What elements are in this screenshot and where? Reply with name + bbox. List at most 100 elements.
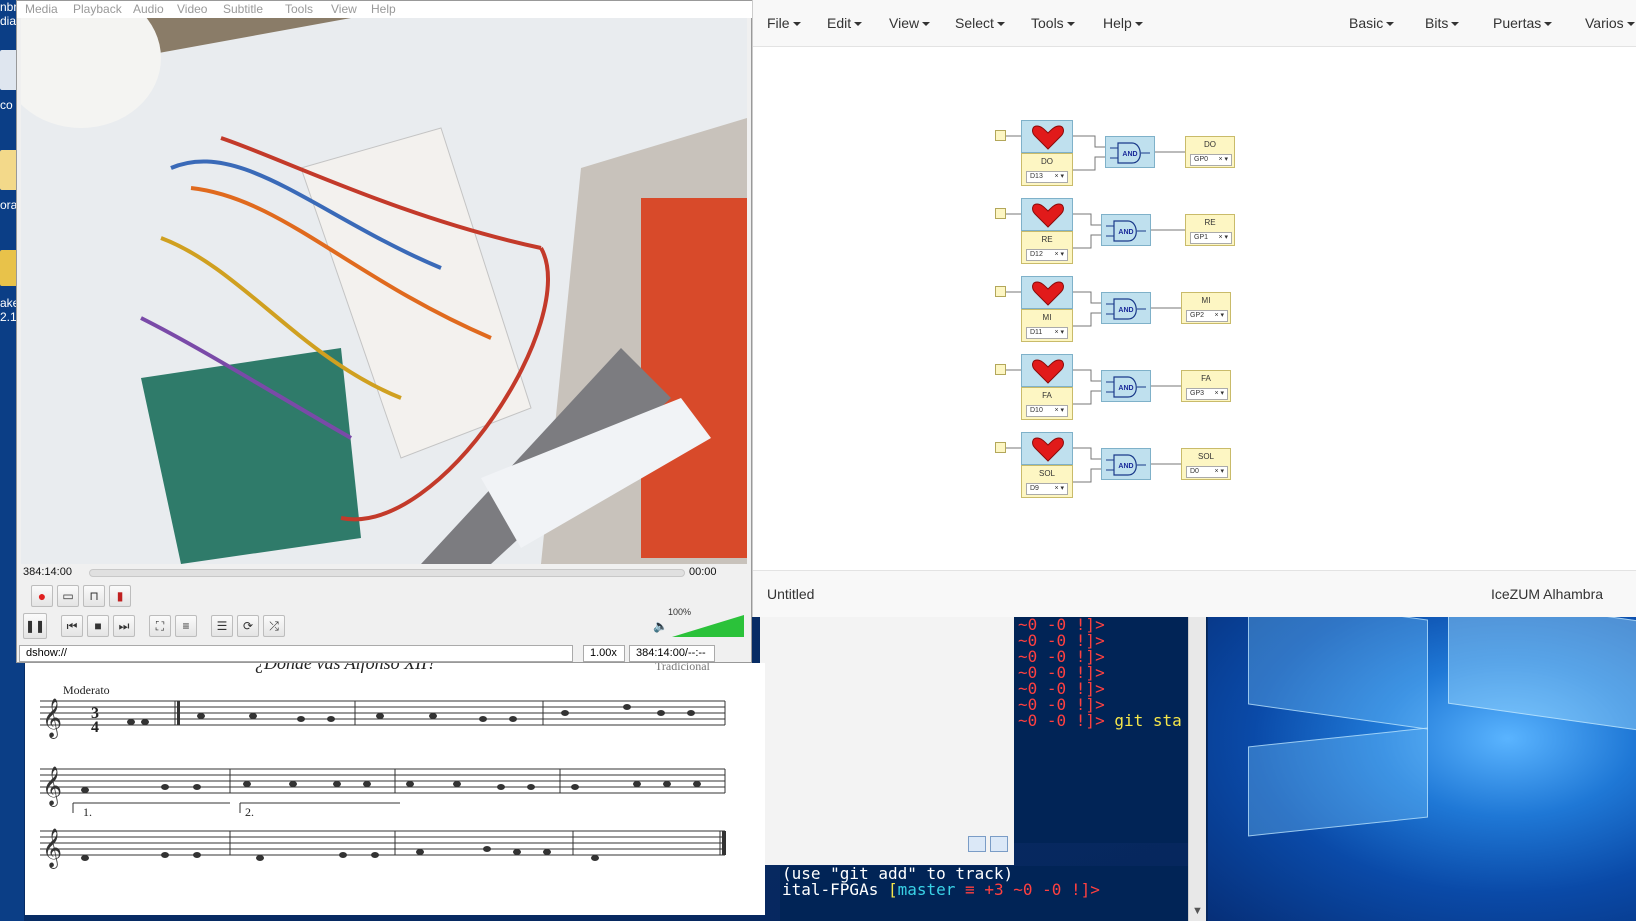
output-pin-block[interactable]: SOL D0 × ▾ <box>1181 448 1231 480</box>
pin-select[interactable]: D13 × ▾ <box>1026 171 1068 183</box>
webcam-image <box>21 18 747 564</box>
input-port[interactable] <box>995 364 1006 375</box>
and-gate[interactable]: AND <box>1105 136 1155 168</box>
shuffle-button[interactable]: ⤮ <box>263 615 285 637</box>
playlist-button[interactable]: ☰ <box>211 615 233 637</box>
next-icon: ⏭ <box>118 618 130 633</box>
preview-icon[interactable] <box>990 836 1008 852</box>
note-block[interactable] <box>1021 120 1073 153</box>
frame-step-button[interactable]: ▮ <box>109 585 131 607</box>
output-pin-block[interactable]: RE GP1 × ▾ <box>1185 214 1235 246</box>
menu-view[interactable]: View <box>889 15 931 31</box>
menu-help[interactable]: Help <box>1103 15 1143 31</box>
output-pin-block[interactable]: FA GP3 × ▾ <box>1181 370 1231 402</box>
stop-button[interactable]: ■ <box>87 615 109 637</box>
loop-button[interactable]: ⟳ <box>237 615 259 637</box>
and-gate-icon: AND <box>1106 298 1146 320</box>
input-port[interactable] <box>995 130 1006 141</box>
note-block[interactable] <box>1021 432 1073 465</box>
heart-icon <box>1032 281 1064 306</box>
output-pin-block[interactable]: DO GP0 × ▾ <box>1185 136 1235 168</box>
powershell-terminal-bottom[interactable]: (use "git add" to track) ital-FPGAs [mas… <box>780 866 1206 921</box>
svg-text:𝄞: 𝄞 <box>42 828 62 869</box>
menu-edit[interactable]: Edit <box>827 15 863 31</box>
video-frame[interactable] <box>21 18 747 564</box>
input-pin-block[interactable]: FA D10 × ▾ <box>1021 387 1073 420</box>
input-pin-block[interactable]: SOL D9 × ▾ <box>1021 465 1073 498</box>
pin-select[interactable]: GP3 × ▾ <box>1186 388 1228 400</box>
menu-subtitle[interactable]: Subtitle <box>223 2 263 16</box>
board-name[interactable]: IceZUM Alhambra <box>1491 586 1603 602</box>
volume-slider[interactable] <box>672 615 744 637</box>
input-port[interactable] <box>995 208 1006 219</box>
input-pin-block[interactable]: MI D11 × ▾ <box>1021 309 1073 342</box>
and-gate[interactable]: AND <box>1101 370 1151 402</box>
menu-select[interactable]: Select <box>955 15 1005 31</box>
fullscreen-button[interactable]: ⛶ <box>149 615 171 637</box>
wire <box>1073 156 1109 171</box>
and-label: AND <box>1118 463 1133 470</box>
and-gate[interactable]: AND <box>1101 292 1151 324</box>
wallpaper-pane <box>1448 617 1636 731</box>
pin-label: SOL <box>1038 469 1055 478</box>
pin-select[interactable]: GP2 × ▾ <box>1186 310 1228 322</box>
circuit-canvas[interactable]: DO D13 × ▾ AND DO GP0 × ▾ RE D12 × ▾ AND RE GP1 × ▾ MI… <box>753 48 1636 570</box>
output-pin-block[interactable]: MI GP2 × ▾ <box>1181 292 1231 324</box>
menu-file[interactable]: File <box>767 15 801 31</box>
playback-speed[interactable]: 1.00x <box>583 645 625 662</box>
snapshot-button[interactable]: ▭ <box>57 585 79 607</box>
and-gate-icon: AND <box>1106 220 1146 242</box>
pin-select[interactable]: D0 × ▾ <box>1186 466 1228 478</box>
menu-audio[interactable]: Audio <box>133 2 164 16</box>
icestudio-menubar: File Edit View Select Tools Help Basic B… <box>753 0 1636 47</box>
menu-tools[interactable]: Tools <box>1031 15 1075 31</box>
pin-select[interactable]: D12 × ▾ <box>1026 249 1068 261</box>
windows-wallpaper <box>1208 617 1636 921</box>
menu-bits[interactable]: Bits <box>1425 15 1460 31</box>
menu-varios[interactable]: Varios <box>1585 15 1635 31</box>
pin-select[interactable]: GP0 × ▾ <box>1190 154 1232 166</box>
loop-ab-button[interactable]: ⊓ <box>83 585 105 607</box>
loop-ab-icon: ⊓ <box>89 589 99 603</box>
menu-view[interactable]: View <box>331 2 357 16</box>
powershell-terminal[interactable]: ~0 -0 !]> ~0 -0 !]> ~0 -0 !]> ~0 -0 !]> … <box>1014 617 1207 843</box>
terminal-scrollbar[interactable]: ▼ <box>1188 617 1206 921</box>
input-port[interactable] <box>995 286 1006 297</box>
previous-button[interactable]: ⏮ <box>61 615 83 637</box>
note-block[interactable] <box>1021 198 1073 231</box>
menu-basic[interactable]: Basic <box>1349 15 1395 31</box>
note-block[interactable] <box>1021 276 1073 309</box>
pause-button[interactable]: ❚❚ <box>23 613 47 639</box>
menu-help[interactable]: Help <box>371 2 396 16</box>
menu-puertas[interactable]: Puertas <box>1493 15 1553 31</box>
menu-playback[interactable]: Playback <box>73 2 122 16</box>
pin-select[interactable]: D11 × ▾ <box>1026 327 1068 339</box>
vlc-window: Media Playback Audio Video Subtitle Tool… <box>16 0 753 663</box>
extended-settings-button[interactable]: ≡ <box>175 615 197 637</box>
record-button[interactable]: ● <box>31 585 53 607</box>
and-gate[interactable]: AND <box>1101 214 1151 246</box>
pin-select[interactable]: D10 × ▾ <box>1026 405 1068 417</box>
next-button[interactable]: ⏭ <box>113 615 135 637</box>
scroll-down-icon[interactable]: ▼ <box>1192 905 1203 917</box>
previous-icon: ⏮ <box>66 618 78 633</box>
menu-video[interactable]: Video <box>177 2 207 16</box>
fullscreen-icon: ⛶ <box>155 618 165 633</box>
input-pin-block[interactable]: DO D13 × ▾ <box>1021 153 1073 186</box>
input-port[interactable] <box>995 442 1006 453</box>
menu-media[interactable]: Media <box>25 2 58 16</box>
pin-label: FA <box>1042 391 1052 400</box>
and-gate[interactable]: AND <box>1101 448 1151 480</box>
seek-row: 384:14:00 00:00 <box>17 565 753 581</box>
pin-select[interactable]: D9 × ▾ <box>1026 483 1068 495</box>
input-pin-block[interactable]: RE D12 × ▾ <box>1021 231 1073 264</box>
chevron-down-icon: × ▾ <box>1054 485 1064 492</box>
pin-select[interactable]: GP1 × ▾ <box>1190 232 1232 244</box>
note-block[interactable] <box>1021 354 1073 387</box>
menu-tools[interactable]: Tools <box>285 2 313 16</box>
shuffle-icon: ⤮ <box>269 618 279 633</box>
seek-bar[interactable] <box>89 569 685 577</box>
speaker-icon[interactable]: 🔈 <box>653 619 668 633</box>
chevron-down-icon: × ▾ <box>1054 173 1064 180</box>
list-view-icon[interactable] <box>968 836 986 852</box>
